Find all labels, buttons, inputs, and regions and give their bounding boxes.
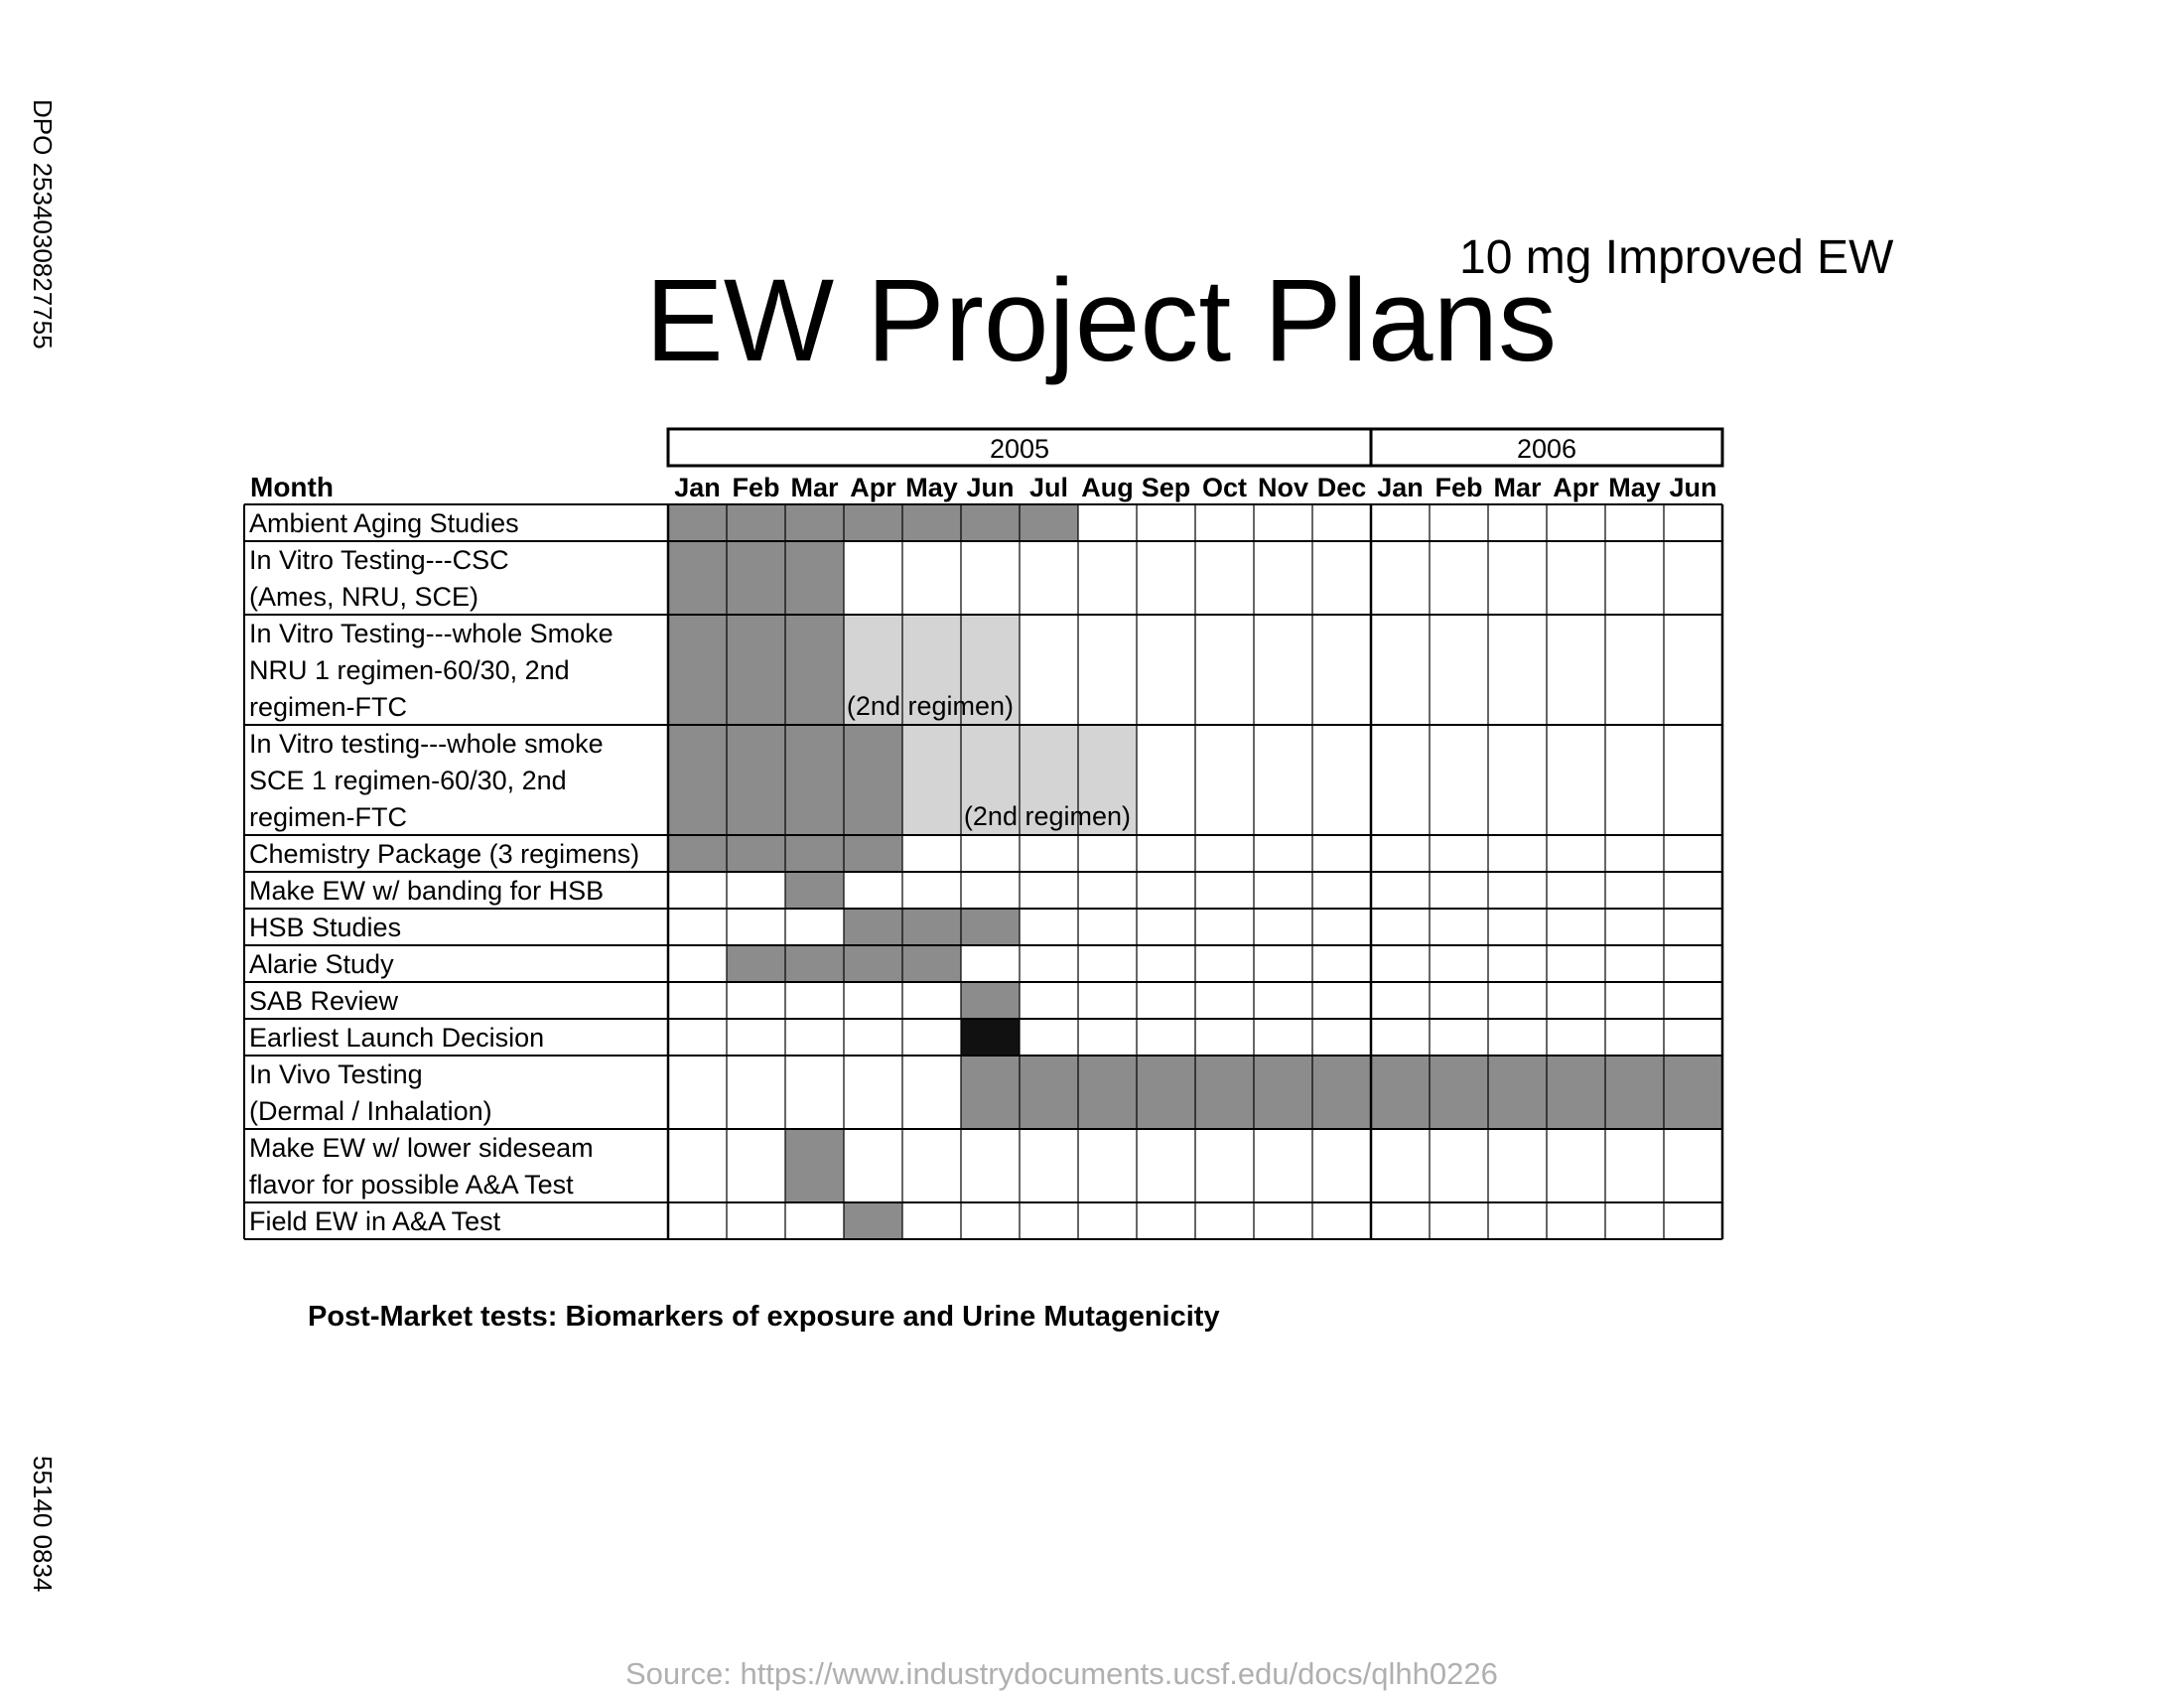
row-label: NRU 1 regimen-60/30, 2nd [249,655,570,685]
gantt-bar-12-0 [844,1202,902,1239]
row-label: Ambient Aging Studies [249,508,519,538]
gantt-bar-8-0 [961,982,1020,1019]
gantt-bar-10-0 [961,1056,1722,1129]
row-label: Earliest Launch Decision [249,1023,544,1053]
row-label: Make EW w/ lower sideseam [249,1133,594,1163]
month-label: May [905,473,958,502]
gantt-bar-1-0 [668,541,844,615]
row-label: In Vitro Testing---whole Smoke [249,619,614,648]
month-label: Apr [1553,473,1599,502]
gantt-bar-9-0 [961,1019,1020,1056]
source-link[interactable]: Source: https://www.industrydocuments.uc… [625,1656,1498,1692]
gantt-bar-5-0 [785,872,844,909]
row-label: regimen-FTC [249,692,407,722]
year-label: 2006 [1517,434,1576,464]
gantt-bar-0-0 [668,504,1078,541]
month-label: Mar [790,473,839,502]
month-label: Jun [1669,473,1716,502]
row-label: HSB Studies [249,913,401,942]
month-label: Aug [1081,473,1133,502]
row-label: flavor for possible A&A Test [249,1170,574,1199]
month-label: Feb [732,473,779,502]
month-label: Dec [1317,473,1367,502]
row-label: In Vivo Testing [249,1059,423,1089]
month-label: Jan [674,473,721,502]
gantt-bar-note: (2nd regimen) [847,691,1014,721]
month-label: Mar [1493,473,1542,502]
row-label: (Ames, NRU, SCE) [249,582,478,612]
gantt-bar-note: (2nd regimen) [964,801,1131,831]
month-header: Month [250,472,334,502]
row-label: Make EW w/ banding for HSB [249,876,604,906]
row-label: In Vitro testing---whole smoke [249,729,604,759]
gantt-chart: (2nd regimen) (2nd regimen) 2005 2006 Month J… [243,427,1724,1240]
gantt-bar-6-0 [844,909,1020,945]
month-label: Jun [966,473,1014,502]
footnote: Post-Market tests: Biomarkers of exposur… [308,1301,1220,1333]
month-label: Jul [1029,473,1068,502]
month-label: Apr [850,473,896,502]
row-label: Alarie Study [249,949,394,979]
month-label: Sep [1142,473,1191,502]
gantt-bar-2-0 [668,615,844,725]
row-label: regimen-FTC [249,802,407,832]
row-label: (Dermal / Inhalation) [249,1096,492,1126]
row-label: SAB Review [249,986,399,1016]
row-label: SCE 1 regimen-60/30, 2nd [249,766,567,795]
month-label: Feb [1434,473,1482,502]
row-label: Chemistry Package (3 regimens) [249,839,639,869]
month-label: Nov [1258,473,1308,502]
month-label: May [1608,473,1661,502]
month-label: Oct [1202,473,1247,502]
row-label: In Vitro Testing---CSC [249,545,509,575]
month-label: Jan [1377,473,1424,502]
gantt-bar-11-0 [785,1129,844,1202]
row-label: Field EW in A&A Test [249,1206,501,1236]
year-label: 2005 [990,434,1049,464]
